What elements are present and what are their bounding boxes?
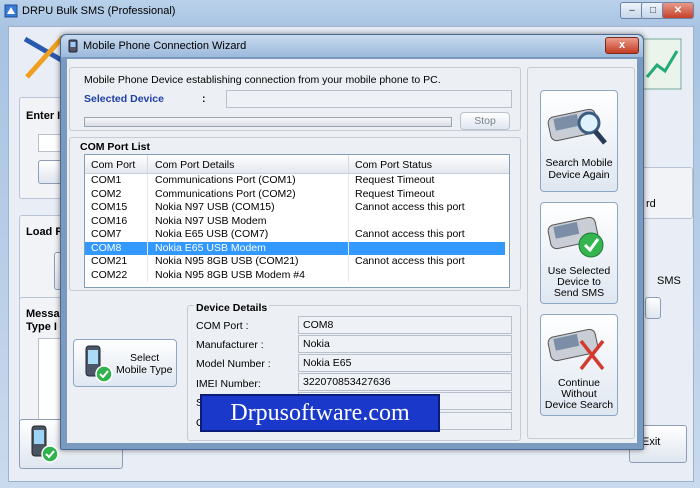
manufacturer-value: Nokia — [298, 335, 512, 353]
right-board-panel: rd — [641, 167, 693, 219]
header-com-port-details[interactable]: Com Port Details — [155, 159, 234, 171]
manufacturer-label: Manufacturer : — [196, 339, 264, 351]
com-port-value: COM8 — [298, 316, 512, 334]
sms-label: SMS — [657, 275, 681, 287]
connection-wizard-dialog: Mobile Phone Connection Wizard x Mobile … — [60, 34, 644, 450]
table-cell: Cannot access this port — [355, 255, 465, 267]
table-cell: COM7 — [91, 228, 122, 240]
select-mobile-type-button[interactable]: Select Mobile Type — [73, 339, 177, 387]
com-port-listview[interactable]: Com Port Com Port Details Com Port Statu… — [84, 154, 510, 288]
enter-label: Enter I — [26, 110, 61, 122]
phone-cross-icon — [547, 328, 605, 371]
search-label-1: Search Mobile — [545, 157, 613, 169]
table-row[interactable]: COM15 Nokia N97 USB (COM15) Cannot access … — [85, 201, 505, 215]
dialog-close-button[interactable]: x — [605, 37, 639, 54]
use-selected-device-button[interactable]: Use Selected Device to Send SMS — [540, 202, 618, 304]
selected-device-colon: : — [202, 93, 206, 105]
table-cell: COM1 — [91, 174, 122, 186]
phone-check-icon — [31, 425, 59, 463]
imei-value: 322070853427636 — [298, 373, 512, 391]
selected-device-label: Selected Device — [84, 93, 164, 105]
phone-check-icon — [547, 216, 604, 258]
table-cell: Cannot access this port — [355, 228, 465, 240]
search-phone-icon — [547, 108, 607, 145]
device-details-title: Device Details — [194, 302, 270, 314]
connection-status-group: Mobile Phone Device establishing connect… — [69, 67, 521, 131]
com-port-label: COM Port : — [196, 320, 249, 332]
table-cell: Request Timeout — [355, 187, 435, 200]
table-cell: Communications Port (COM2) — [155, 187, 296, 200]
table-row[interactable]: COM7 Nokia E65 USB (COM7) Cannot access th… — [85, 228, 505, 242]
continue-without-search-button[interactable]: Continue Without Device Search — [540, 314, 618, 416]
type-label: Type I — [26, 321, 57, 333]
table-row[interactable]: COM16 Nokia N97 USB Modem — [85, 215, 505, 229]
table-cell: Request Timeout — [355, 174, 435, 186]
table-row[interactable]: COM2 Communications Port (COM2) Request Ti… — [85, 188, 505, 202]
select-label-2: Mobile Type — [116, 364, 173, 376]
table-cell: Nokia N97 USB (COM15) — [155, 201, 275, 213]
exit-label: Exit — [642, 436, 661, 448]
table-row[interactable]: COM1 Communications Port (COM1) Request Ti… — [85, 174, 505, 188]
dialog-client-area: Mobile Phone Device establishing connect… — [67, 59, 637, 443]
table-row[interactable]: COM21 Nokia N95 8GB USB (COM21) Cannot acc… — [85, 255, 505, 269]
watermark-banner: Drpusoftware.com — [200, 394, 440, 432]
load-label: Load R — [26, 226, 64, 238]
table-cell: Cannot access this port — [355, 201, 465, 213]
message-label: Messa — [26, 308, 60, 320]
table-cell: Communications Port (COM1) — [155, 174, 296, 186]
table-cell: Nokia N97 USB Modem — [155, 214, 267, 227]
app-icon — [4, 4, 18, 18]
intro-text: Mobile Phone Device establishing connect… — [84, 74, 441, 86]
table-cell: COM22 — [91, 268, 128, 281]
sms-spinner[interactable] — [645, 297, 661, 319]
table-row[interactable]: COM22 Nokia N95 8GB USB Modem #4 — [85, 269, 505, 283]
main-close-button[interactable]: ✕ — [662, 2, 694, 19]
connection-progress-bar — [84, 117, 452, 127]
board-label: rd — [646, 198, 656, 210]
table-row-selected[interactable]: COM8 Nokia E65 USB Modem — [85, 241, 505, 255]
dialog-title: Mobile Phone Connection Wizard — [83, 40, 247, 52]
com-port-list-group: COM Port List Com Port Com Port Details … — [69, 137, 521, 291]
header-com-port-status[interactable]: Com Port Status — [355, 159, 432, 171]
dialog-title-bar: Mobile Phone Connection Wizard x — [61, 35, 643, 57]
list-body: COM1 Communications Port (COM1) Request Ti… — [85, 174, 509, 286]
table-cell: Nokia E65 USB (COM7) — [155, 228, 269, 240]
table-cell: Nokia N95 8GB USB (COM21) — [155, 255, 299, 267]
wizard-icon — [68, 39, 78, 53]
chart-logo-icon — [642, 38, 682, 90]
table-cell: COM2 — [91, 187, 122, 200]
main-window-title: DRPU Bulk SMS (Professional) — [22, 5, 176, 17]
com-port-list-title: COM Port List — [80, 141, 150, 153]
table-cell: COM16 — [91, 214, 128, 227]
continue-label-3: Device Search — [544, 399, 614, 411]
imei-label: IMEI Number: — [196, 378, 261, 390]
selected-device-field — [226, 90, 512, 108]
action-buttons-panel: Search Mobile Device Again Use Selected … — [527, 67, 635, 439]
table-cell: Nokia E65 USB Modem — [155, 241, 266, 254]
stop-button[interactable]: Stop — [460, 112, 510, 130]
list-header: Com Port Com Port Details Com Port Statu… — [85, 155, 509, 174]
table-cell: COM8 — [91, 241, 122, 254]
model-number-value: Nokia E65 — [298, 354, 512, 372]
main-title-bar: DRPU Bulk SMS (Professional) – □ ✕ — [0, 0, 700, 24]
table-cell: Nokia N95 8GB USB Modem #4 — [155, 268, 305, 281]
use-selected-label-3: Send SMS — [553, 287, 605, 299]
table-cell: COM15 — [91, 201, 128, 213]
header-com-port[interactable]: Com Port — [91, 159, 135, 171]
search-label-2: Device Again — [548, 169, 610, 181]
table-cell: COM21 — [91, 255, 128, 267]
select-label-1: Select — [130, 352, 160, 364]
model-number-label: Model Number : — [196, 358, 271, 370]
search-mobile-device-button[interactable]: Search Mobile Device Again — [540, 90, 618, 192]
phone-check-icon — [85, 345, 113, 383]
